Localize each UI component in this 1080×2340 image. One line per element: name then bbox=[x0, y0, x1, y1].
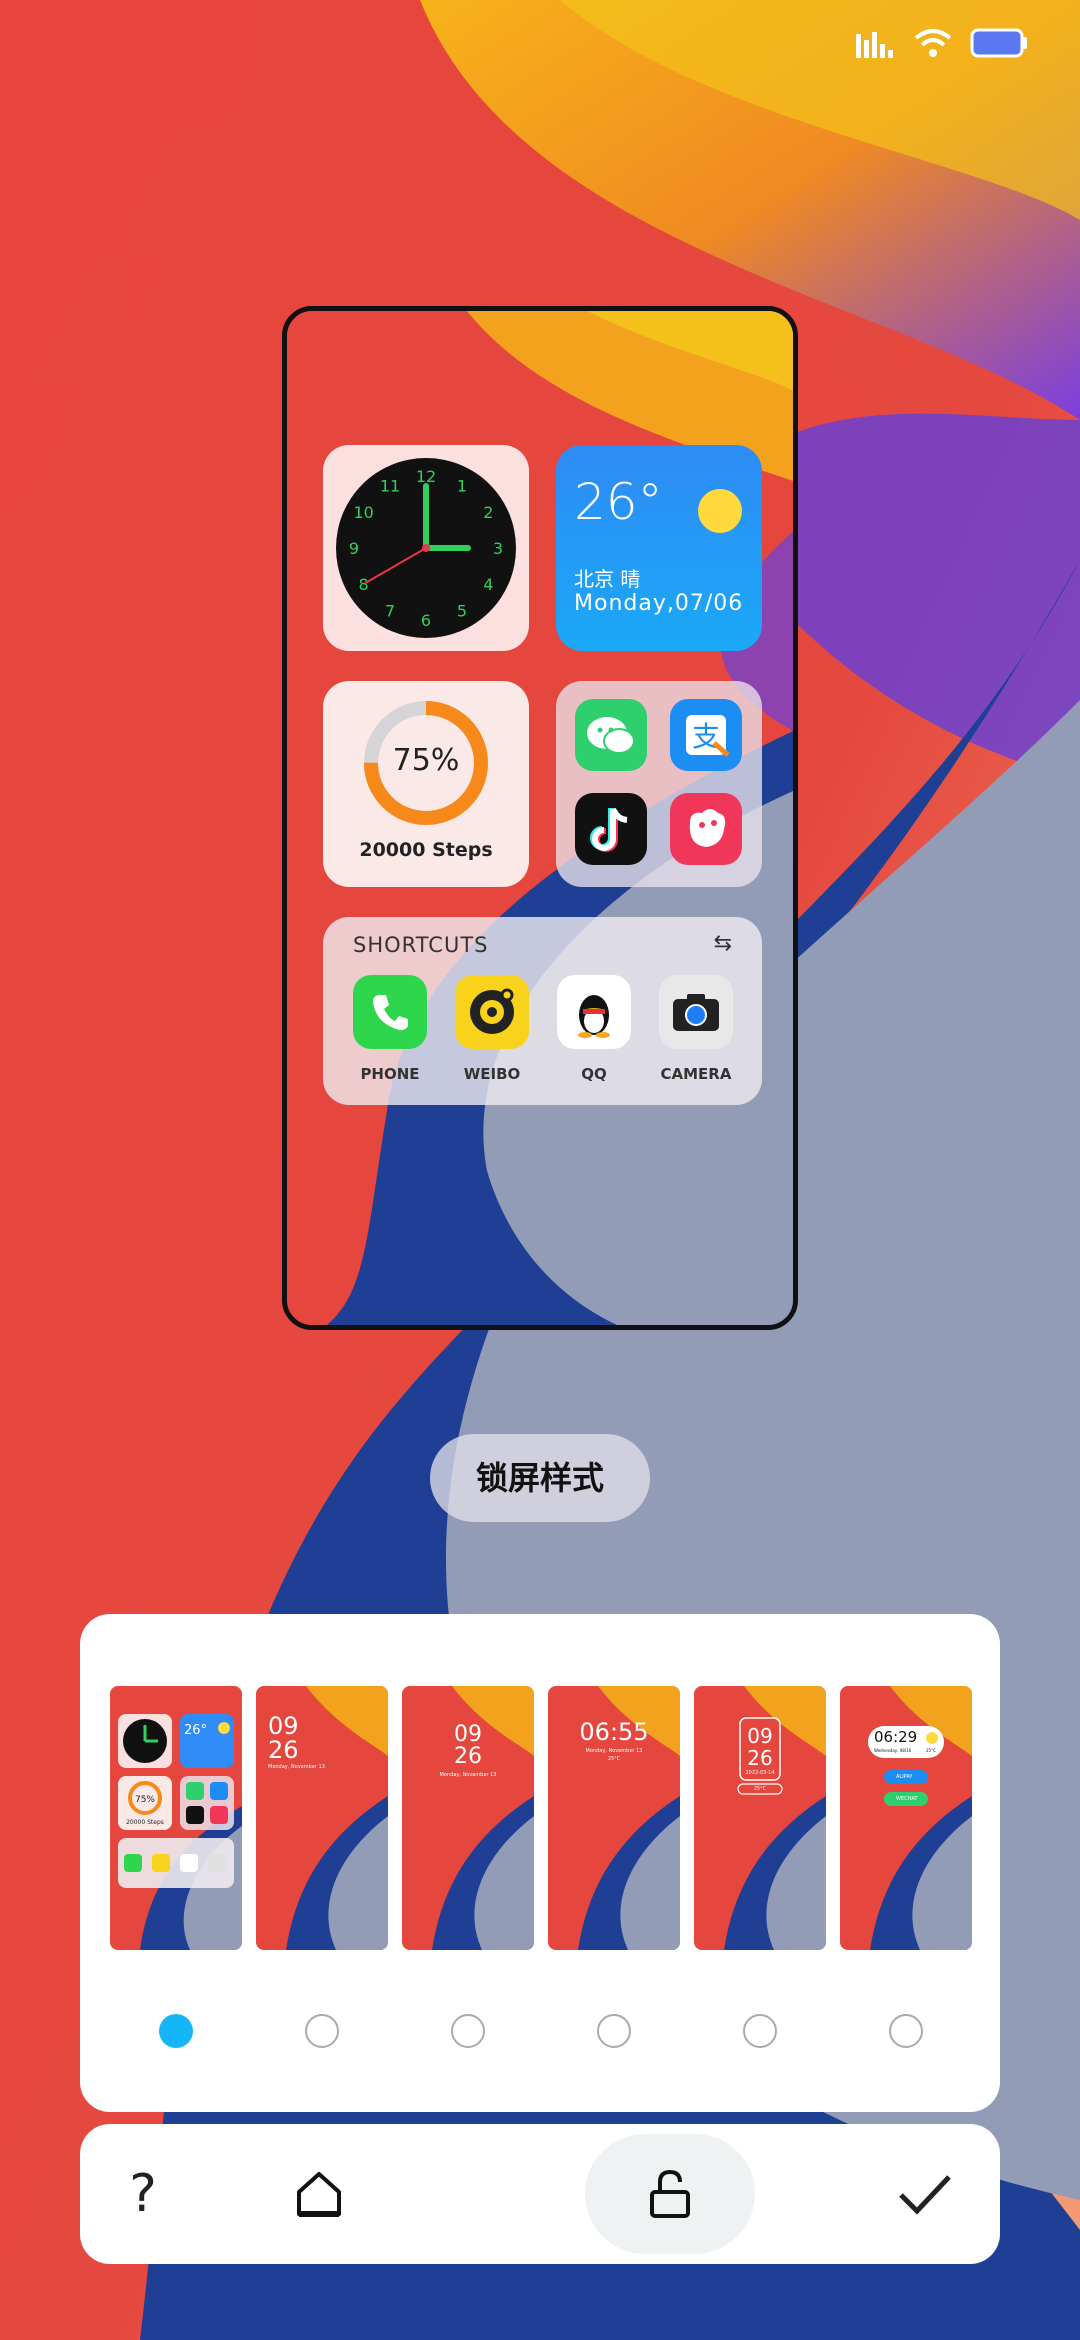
battery-icon bbox=[970, 28, 1027, 58]
svg-text:支: 支 bbox=[692, 720, 720, 753]
alipay-icon[interactable]: 支 bbox=[670, 699, 742, 771]
svg-text:75%: 75% bbox=[135, 1795, 155, 1805]
clock-numeral-10: 10 bbox=[353, 503, 373, 522]
thumb2-minute: 26 bbox=[268, 1736, 299, 1764]
style-thumbnail-5[interactable]: 09 26 2022-03-14 25°C bbox=[694, 1686, 826, 1950]
signal-icon bbox=[856, 32, 893, 58]
clock-numeral-11: 11 bbox=[380, 477, 400, 496]
clock-numeral-1: 1 bbox=[457, 477, 467, 496]
home-icon bbox=[297, 2172, 341, 2217]
qq-app-icon[interactable] bbox=[557, 975, 631, 1049]
thumb5-date: 2022-03-14 bbox=[745, 1770, 775, 1776]
analog-clock: 123456789101112 bbox=[336, 458, 516, 638]
lock-style-button[interactable] bbox=[585, 2134, 755, 2254]
clock-numeral-8: 8 bbox=[359, 575, 369, 594]
style-radio-5[interactable] bbox=[743, 2014, 777, 2048]
wifi-icon bbox=[914, 29, 952, 57]
weather-temp: 26° bbox=[574, 473, 663, 531]
shortcut-label-camera: CAMERA bbox=[660, 1065, 732, 1083]
weather-city: 北京 晴 bbox=[574, 567, 641, 591]
status-bar bbox=[856, 28, 1028, 58]
check-icon bbox=[899, 2175, 951, 2215]
thumb3-date: Monday, November 13 bbox=[439, 1772, 497, 1778]
question-icon: ? bbox=[129, 2164, 157, 2224]
shortcuts-widget: SHORTCUTS ⇆ PHONE WEIBO QQ CAMERA bbox=[323, 917, 762, 1105]
bottom-toolbar: ? bbox=[80, 2124, 1000, 2264]
tiktok-icon[interactable] bbox=[575, 793, 647, 865]
clock-numeral-3: 3 bbox=[493, 539, 503, 558]
clock-numeral-5: 5 bbox=[457, 601, 467, 620]
home-style-button[interactable] bbox=[234, 2134, 404, 2254]
clock-widget[interactable]: 1 2 3 4 5 6 7 8 9 10 11 12 bbox=[323, 445, 529, 651]
thumb3-minute: 26 bbox=[454, 1744, 482, 1769]
thumb4-weather: 25°C bbox=[607, 1756, 621, 1762]
shortcut-label-phone: PHONE bbox=[360, 1065, 420, 1083]
style-thumbnail-1[interactable]: 26° 75% 20000 Steps bbox=[110, 1686, 242, 1950]
steps-percent: 75% bbox=[392, 743, 460, 778]
app-folder-widget[interactable]: 支 bbox=[556, 681, 762, 887]
style-radio-3[interactable] bbox=[451, 2014, 485, 2048]
thumb6-date: Wednesday, 08/16 bbox=[874, 1748, 912, 1753]
clock-numeral-6: 6 bbox=[421, 611, 431, 630]
lock-style-title: 锁屏样式 bbox=[430, 1434, 650, 1522]
phone-app-icon[interactable] bbox=[353, 975, 427, 1049]
thumb5-minute: 26 bbox=[747, 1746, 773, 1770]
style-thumbnail-2[interactable]: 09 26 Monday, November 13 bbox=[256, 1686, 388, 1950]
shortcut-label-qq: QQ bbox=[581, 1065, 607, 1083]
style-radio-4[interactable] bbox=[597, 2014, 631, 2048]
confirm-button[interactable] bbox=[840, 2134, 1010, 2254]
thumb6-wechat-pill: WECHAT bbox=[896, 1796, 918, 1802]
style-radio-2[interactable] bbox=[305, 2014, 339, 2048]
svg-text:20000 Steps: 20000 Steps bbox=[126, 1819, 164, 1826]
thumb2-date: Monday, November 13 bbox=[268, 1764, 325, 1770]
style-thumbnail-6[interactable]: 06:29 Wednesday, 08/16 25°C ALIPAY WECHA… bbox=[840, 1686, 972, 1950]
camera-app-icon[interactable] bbox=[659, 975, 733, 1049]
clock-numeral-9: 9 bbox=[349, 539, 359, 558]
style-thumbnail-3[interactable]: 09 26 Monday, November 13 bbox=[402, 1686, 534, 1950]
clock-center-dot bbox=[422, 544, 430, 552]
thumb6-time: 06:29 bbox=[874, 1728, 918, 1746]
style-radio-6[interactable] bbox=[889, 2014, 923, 2048]
app-icon[interactable] bbox=[670, 793, 742, 865]
sun-icon bbox=[698, 489, 742, 533]
style-thumbnail-4[interactable]: 06:55 Monday, November 13 25°C bbox=[548, 1686, 680, 1950]
weather-date: Monday,07/06 bbox=[574, 591, 744, 616]
thumb5-hour: 09 bbox=[747, 1724, 773, 1748]
steps-widget[interactable]: 75% 20000 Steps bbox=[323, 681, 529, 887]
style-radio-1[interactable] bbox=[159, 2014, 193, 2048]
thumb5-weather: 25°C bbox=[753, 1786, 767, 1792]
unlock-icon bbox=[650, 2169, 690, 2218]
shortcuts-title: SHORTCUTS bbox=[353, 933, 489, 957]
shortcut-label-weibo: WEIBO bbox=[463, 1065, 521, 1083]
clock-numeral-2: 2 bbox=[483, 503, 493, 522]
wechat-icon[interactable] bbox=[575, 699, 647, 771]
swap-icon[interactable]: ⇆ bbox=[714, 931, 732, 956]
thumb6-alipay-pill: ALIPAY bbox=[896, 1774, 913, 1780]
clock-numeral-4: 4 bbox=[483, 575, 493, 594]
home-preview: 1 2 3 4 5 6 7 8 9 10 11 12 26° 北京 晴 Monday,07/06 75… bbox=[282, 306, 798, 1330]
weibo-app-icon[interactable] bbox=[455, 975, 529, 1049]
lock-style-panel: 26° 75% 20000 Steps 09 26 Monday, Novemb… bbox=[80, 1614, 1000, 2112]
thumb4-time: 06:55 bbox=[579, 1718, 649, 1746]
thumb4-date: Monday, November 13 bbox=[585, 1748, 643, 1754]
thumb6-temp: 25°C bbox=[926, 1748, 936, 1753]
svg-text:26°: 26° bbox=[184, 1723, 207, 1738]
clock-numeral-7: 7 bbox=[385, 601, 395, 620]
steps-count: 20000 Steps bbox=[359, 839, 493, 861]
help-button[interactable]: ? bbox=[58, 2134, 228, 2254]
weather-widget[interactable]: 26° 北京 晴 Monday,07/06 bbox=[556, 445, 762, 651]
